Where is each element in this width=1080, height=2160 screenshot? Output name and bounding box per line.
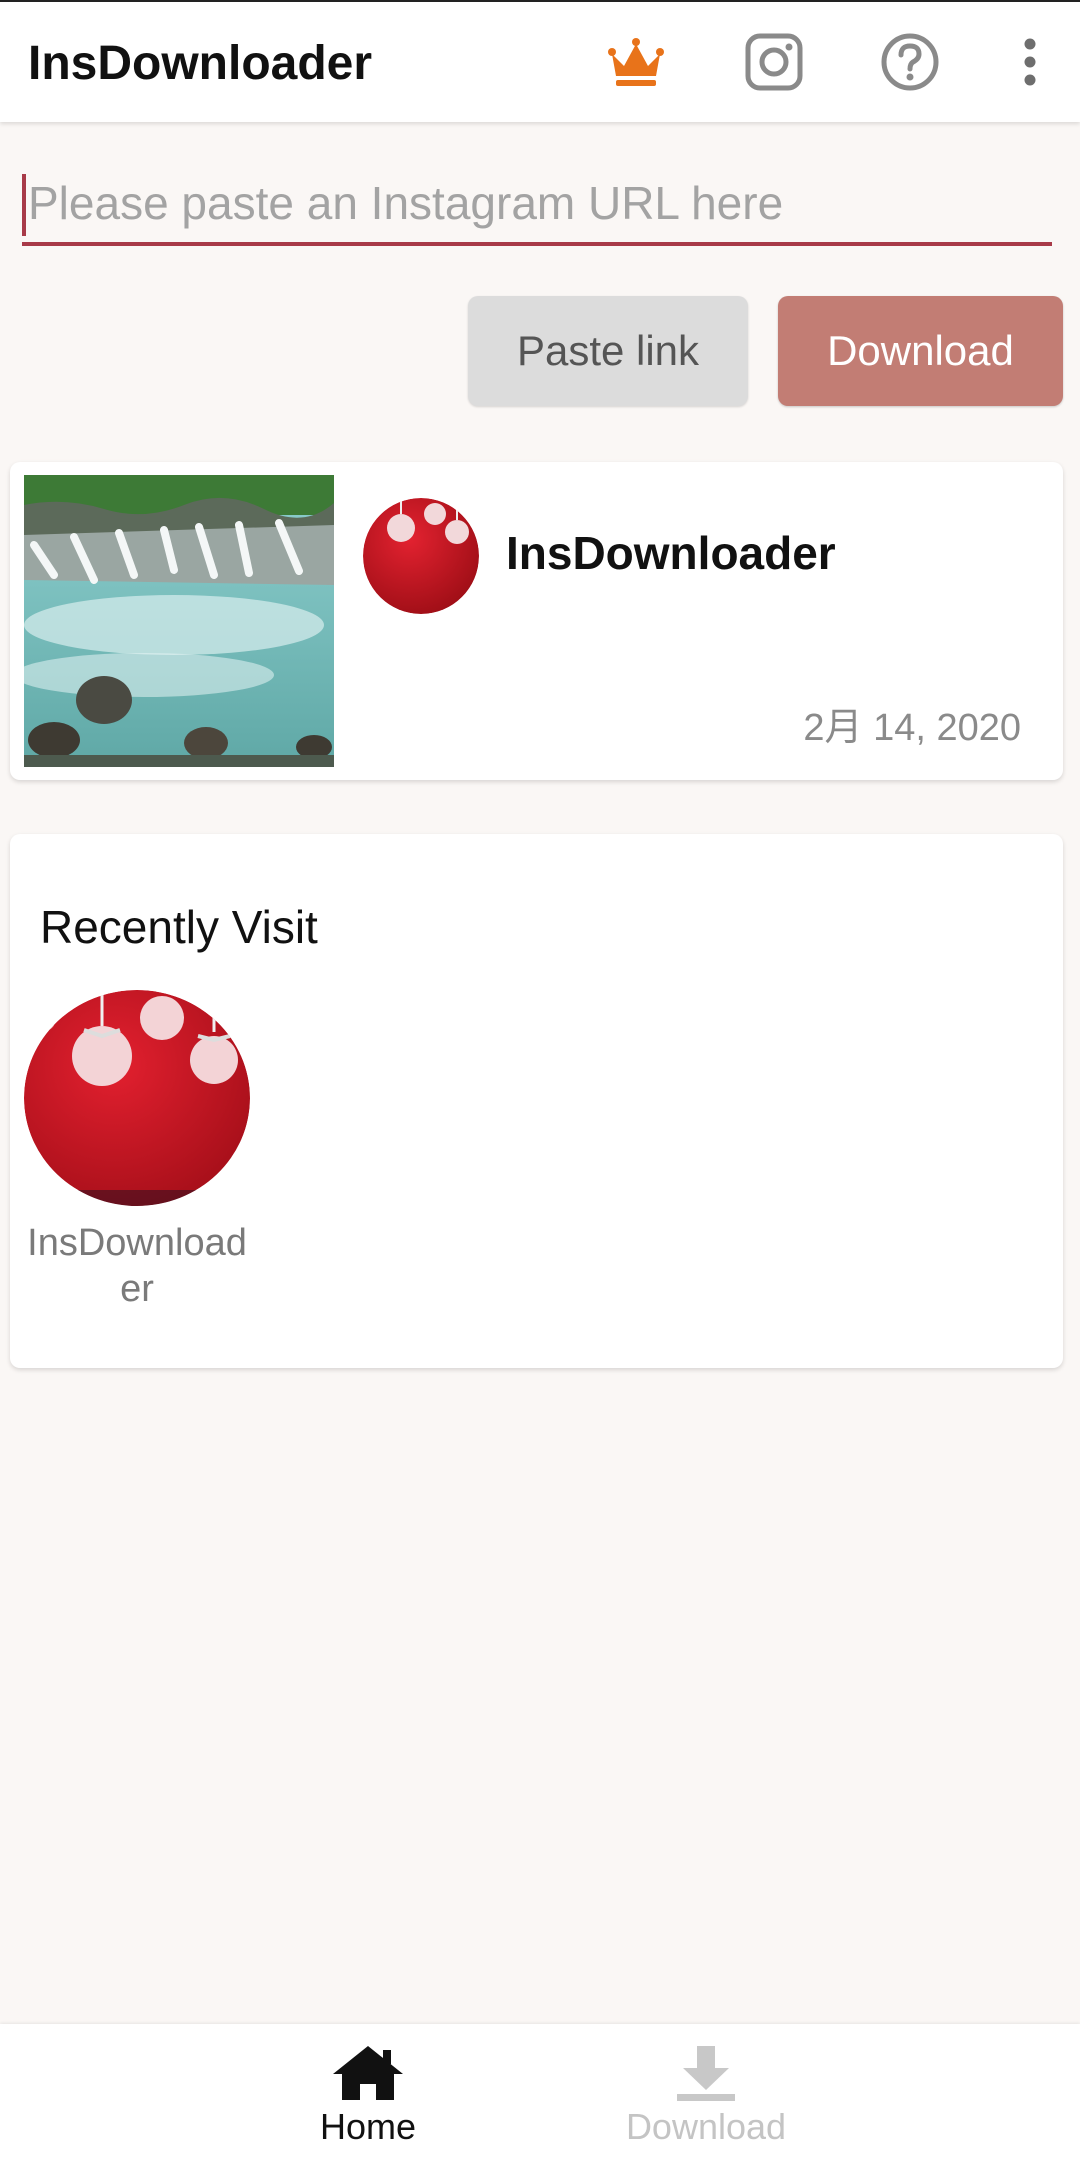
recently-visit-card: Recently Visit InsDownloader: [10, 834, 1063, 1368]
text-caret: [22, 174, 26, 236]
recently-visit-title: Recently Visit: [40, 901, 318, 953]
download-icon: [677, 2046, 735, 2101]
app-bar: InsDownloader: [0, 0, 1080, 122]
post-thumbnail[interactable]: [24, 475, 334, 767]
nav-download-label: Download: [625, 2106, 787, 2147]
more-vert-icon[interactable]: [1012, 32, 1048, 92]
recent-avatar[interactable]: [24, 990, 250, 1206]
bottom-navigation: Home Download: [0, 2024, 1080, 2160]
app-title: InsDownloader: [28, 37, 373, 90]
home-icon: [333, 2046, 403, 2100]
post-date: 2月 14, 2020: [803, 707, 1021, 749]
post-username: InsDownloader: [506, 527, 836, 579]
nav-home-tab[interactable]: Home: [268, 2044, 468, 2148]
instagram-icon[interactable]: [744, 32, 804, 92]
nav-download-tab[interactable]: Download: [606, 2044, 806, 2148]
post-card[interactable]: InsDownloader 2月 14, 2020: [10, 462, 1063, 780]
download-button[interactable]: Download: [778, 296, 1063, 406]
paste-link-button[interactable]: Paste link: [468, 296, 748, 406]
post-avatar[interactable]: [363, 498, 479, 614]
recent-item-name: InsDownloader: [27, 1222, 247, 1310]
help-icon[interactable]: [880, 32, 940, 92]
crown-icon[interactable]: [606, 32, 666, 92]
nav-home-label: Home: [319, 2106, 417, 2147]
url-input[interactable]: [22, 170, 1052, 246]
recent-item[interactable]: InsDownloader: [24, 990, 250, 1312]
